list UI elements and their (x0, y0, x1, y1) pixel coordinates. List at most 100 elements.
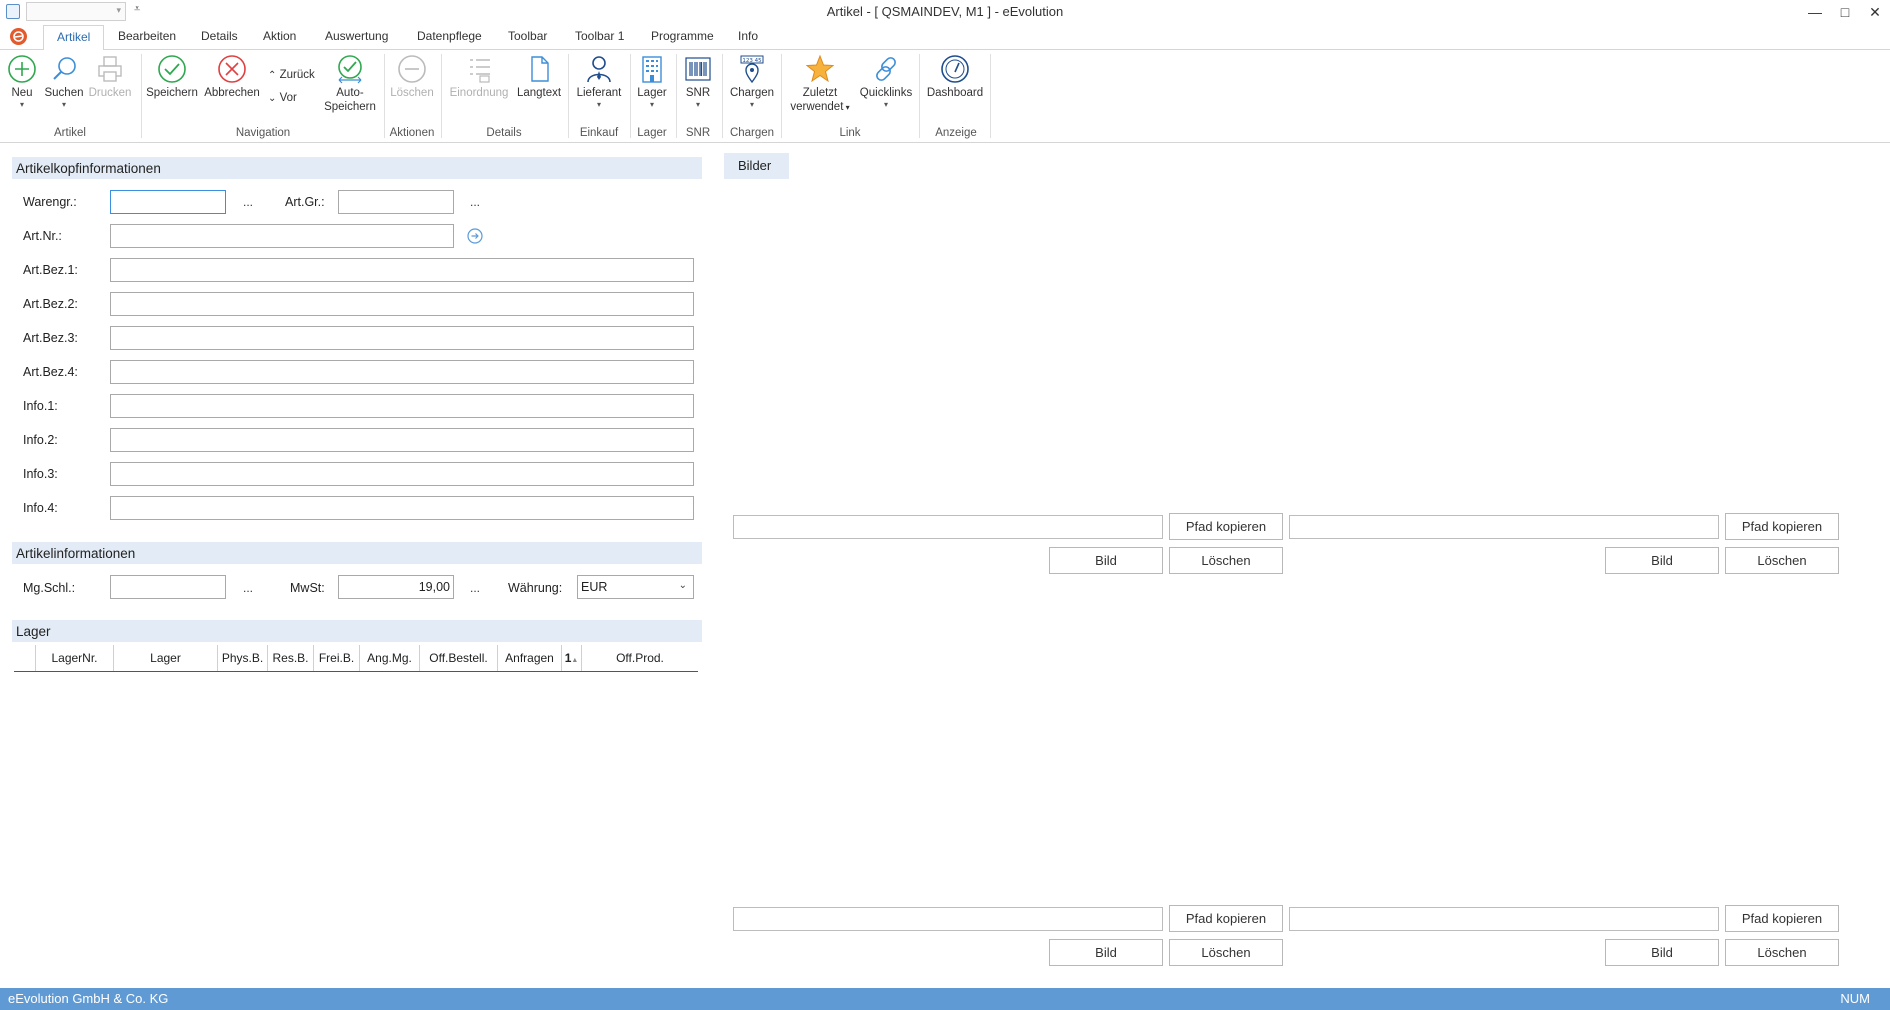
loeschen-button-1[interactable]: Löschen (1169, 547, 1283, 574)
artbez4-field[interactable] (110, 360, 694, 384)
einordnung-button[interactable]: Einordnung (446, 54, 512, 100)
tab-artikel[interactable]: Artikel (43, 25, 105, 51)
loeschen-button-3[interactable]: Löschen (1169, 939, 1283, 966)
minus-circle-icon (398, 55, 426, 83)
tab-info[interactable]: Info (738, 29, 758, 43)
artbez1-field[interactable] (110, 258, 694, 282)
drucken-button[interactable]: Drucken (88, 54, 132, 100)
grid-row-selector-header[interactable] (14, 645, 36, 671)
maximize-icon[interactable]: □ (1830, 0, 1860, 24)
zurueck-label: Zurück (279, 69, 315, 81)
pfad-kopieren-button-2[interactable]: Pfad kopieren (1725, 513, 1839, 540)
tab-bilder[interactable]: Bilder (724, 153, 789, 179)
auto-speichern-button[interactable]: Auto- Speichern (322, 54, 378, 114)
artnr-field[interactable] (110, 224, 454, 248)
bild-button-2[interactable]: Bild (1605, 547, 1719, 574)
mwst-lookup-button[interactable]: ... (470, 581, 480, 595)
tab-datenpflege[interactable]: Datenpflege (417, 29, 482, 43)
artbez2-field[interactable] (110, 292, 694, 316)
bild-button-1[interactable]: Bild (1049, 547, 1163, 574)
speichern-button[interactable]: Speichern (145, 54, 199, 100)
info3-field[interactable] (110, 462, 694, 486)
app-menu-icon[interactable] (10, 28, 27, 45)
quicklinks-button[interactable]: Quicklinks ▾ (856, 54, 916, 110)
warengr-field[interactable] (110, 190, 226, 214)
bild-button-4[interactable]: Bild (1605, 939, 1719, 966)
warengr-lookup-button[interactable]: ... (243, 195, 253, 209)
mgschl-lookup-button[interactable]: ... (243, 581, 253, 595)
search-icon (53, 57, 76, 80)
column-header-freib[interactable]: Frei.B. (314, 645, 360, 671)
pfad-kopieren-button-3[interactable]: Pfad kopieren (1169, 905, 1283, 932)
tab-toolbar-1[interactable]: Toolbar 1 (575, 29, 624, 43)
loeschen-button[interactable]: Löschen (390, 54, 434, 100)
artgr-lookup-button[interactable]: ... (470, 195, 480, 209)
column-header-lagernr[interactable]: LagerNr. (36, 645, 114, 671)
dashboard-button[interactable]: Dashboard (924, 54, 986, 100)
pfad-kopieren-button-4[interactable]: Pfad kopieren (1725, 905, 1839, 932)
zuletzt-verwendet-button[interactable]: Zuletzt verwendet ▾ (785, 54, 855, 115)
mgschl-field[interactable] (110, 575, 226, 599)
waehrung-label: Währung: (508, 581, 563, 595)
group-separator (676, 54, 677, 138)
chevron-down-icon: ▾ (596, 100, 601, 109)
tab-auswertung[interactable]: Auswertung (325, 29, 388, 43)
lager-grid-header: LagerNr. Lager Phys.B. Res.B. Frei.B. An… (14, 645, 698, 672)
langtext-button[interactable]: Langtext (514, 54, 564, 100)
minimize-icon[interactable]: — (1800, 0, 1830, 24)
info4-field[interactable] (110, 496, 694, 520)
info1-field[interactable] (110, 394, 694, 418)
artbez3-field[interactable] (110, 326, 694, 350)
loeschen-button-2[interactable]: Löschen (1725, 547, 1839, 574)
arrow-right-circle-icon[interactable] (467, 228, 483, 247)
group-label-aktionen: Aktionen (389, 127, 435, 139)
mwst-field[interactable]: 19,00 (338, 575, 454, 599)
drucken-label: Drucken (88, 87, 132, 99)
window-title: Artikel - [ QSMAINDEV, M1 ] - eEvolution (826, 4, 1064, 19)
tab-toolbar[interactable]: Toolbar (508, 29, 547, 43)
zurueck-button[interactable]: ⌃ Zurück (268, 69, 315, 81)
info2-field[interactable] (110, 428, 694, 452)
star-icon (805, 54, 835, 83)
tab-aktion[interactable]: Aktion (263, 29, 296, 43)
group-label-details: Details (486, 127, 522, 139)
column-header-resb[interactable]: Res.B. (268, 645, 314, 671)
chargen-button[interactable]: 123 45 Chargen ▾ (726, 54, 778, 110)
group-label-link: Link (839, 127, 861, 139)
column-header-physb[interactable]: Phys.B. (218, 645, 268, 671)
chevron-down-icon: ▾ (695, 100, 700, 109)
image-path-field-3[interactable] (733, 907, 1163, 931)
neu-button[interactable]: Neu ▾ (6, 54, 38, 110)
pfad-kopieren-button-1[interactable]: Pfad kopieren (1169, 513, 1283, 540)
bild-button-3[interactable]: Bild (1049, 939, 1163, 966)
tab-programme[interactable]: Programme (651, 29, 714, 43)
close-icon[interactable]: ✕ (1860, 0, 1890, 24)
lager-button[interactable]: Lager ▾ (634, 54, 670, 110)
tab-details[interactable]: Details (201, 29, 238, 43)
chevron-down-icon: ⌄ (268, 93, 277, 104)
lieferant-button[interactable]: Lieferant ▾ (572, 54, 626, 110)
info3-label: Info.3: (23, 467, 58, 481)
image-path-field-1[interactable] (733, 515, 1163, 539)
column-header-anfragen[interactable]: Anfragen (498, 645, 562, 671)
column-header-angmg[interactable]: Ang.Mg. (360, 645, 420, 671)
artgr-field[interactable] (338, 190, 454, 214)
abbrechen-button[interactable]: Abbrechen (203, 54, 261, 100)
check-circle-icon (158, 55, 186, 83)
tab-bearbeiten[interactable]: Bearbeiten (118, 29, 176, 43)
column-header-lager[interactable]: Lager (114, 645, 218, 671)
column-header-sort-indicator[interactable]: 1▲ (562, 645, 582, 671)
zuletzt-label-1: Zuletzt (802, 87, 838, 99)
suchen-button[interactable]: Suchen ▾ (44, 54, 84, 110)
vor-button[interactable]: ⌄ Vor (268, 92, 297, 104)
loeschen-button-4[interactable]: Löschen (1725, 939, 1839, 966)
waehrung-select[interactable]: EUR ⌄ (577, 575, 694, 599)
column-header-offbestell[interactable]: Off.Bestell. (420, 645, 498, 671)
ribbon: Neu ▾ Suchen ▾ Drucken Artikel Speichern… (0, 50, 1890, 143)
snr-button[interactable]: SNR ▾ (680, 54, 716, 110)
image-path-field-2[interactable] (1289, 515, 1719, 539)
einordnung-label: Einordnung (449, 87, 509, 99)
column-header-offprod[interactable]: Off.Prod. (582, 645, 698, 671)
image-path-field-4[interactable] (1289, 907, 1719, 931)
printer-icon (98, 56, 122, 82)
